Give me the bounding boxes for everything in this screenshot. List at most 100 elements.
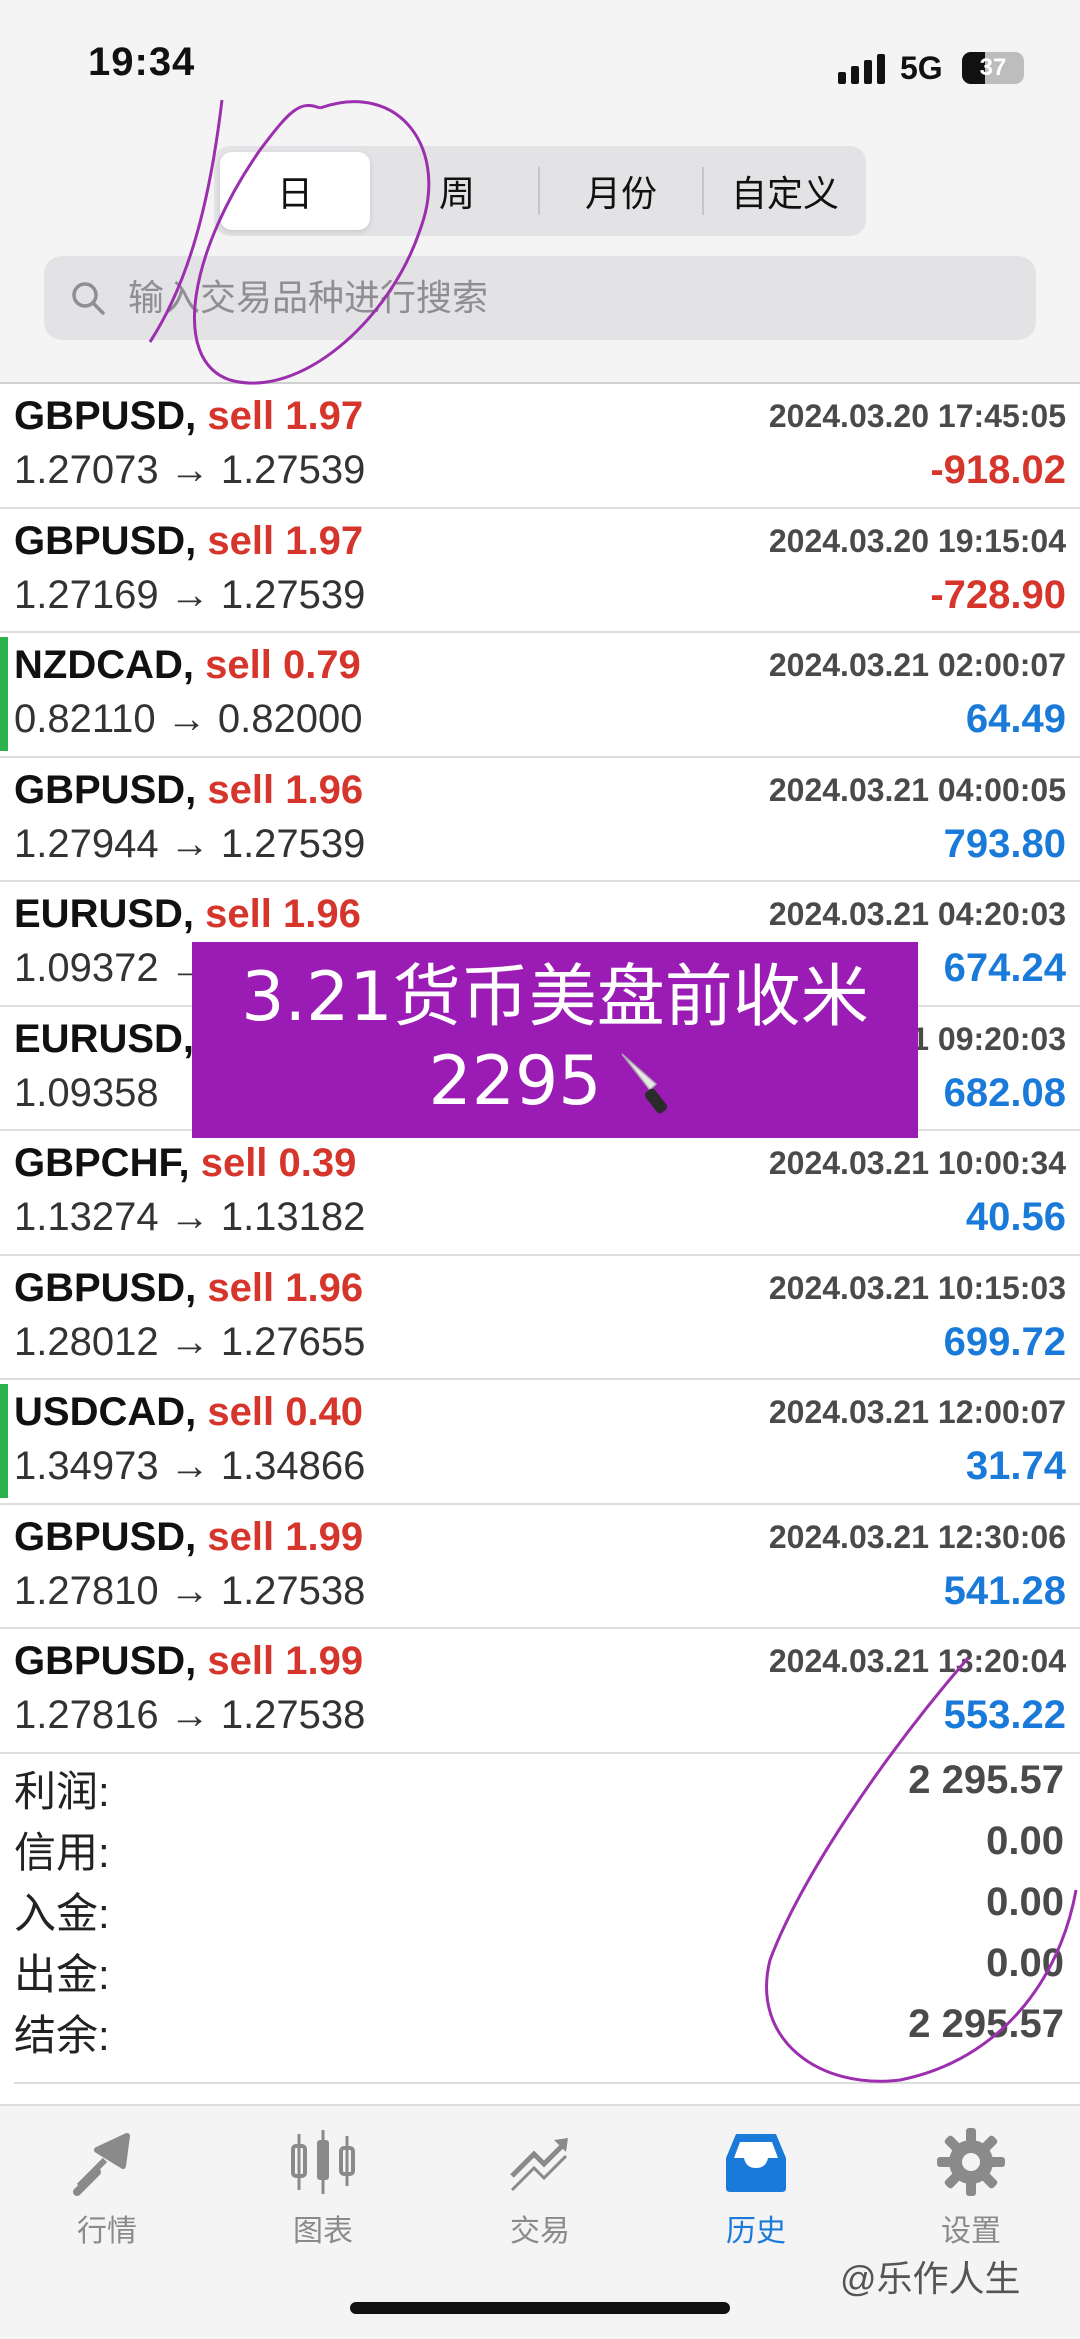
deal-header: GBPUSD, sell 1.97 xyxy=(14,394,363,439)
segment-day[interactable]: 日 xyxy=(220,152,370,230)
deal-row[interactable]: GBPCHF, sell 0.39 1.13274 → 1.13182 2024.0… xyxy=(0,1131,1080,1256)
summary-label: 出金: xyxy=(14,1951,110,1998)
deal-symbol: GBPUSD, xyxy=(14,767,197,812)
deal-row[interactable]: GBPUSD, sell 1.99 1.27816 → 1.27538 2024.0… xyxy=(0,1629,1080,1754)
tab-settings[interactable]: 设置 xyxy=(896,2126,1046,2250)
deal-time: 2024.03.21 12:00:07 xyxy=(768,1394,1066,1430)
tab-chart[interactable]: 图表 xyxy=(248,2126,398,2250)
deal-symbol: EURUSD, xyxy=(14,1016,195,1061)
deal-side-volume: sell 1.96 xyxy=(205,892,361,936)
deal-prices: 1.13274 → 1.13182 xyxy=(14,1195,366,1239)
deal-row[interactable]: GBPUSD, sell 1.97 1.27169 → 1.27539 2024.0… xyxy=(0,509,1080,633)
deal-header: USDCAD, sell 0.40 xyxy=(14,1390,363,1435)
deal-profit: 64.49 xyxy=(965,697,1066,741)
deal-symbol: GBPCHF, xyxy=(14,1141,190,1185)
deal-prices: 1.09372 → xyxy=(14,946,210,990)
deal-symbol: GBPUSD, xyxy=(14,394,197,438)
deal-profit: 553.22 xyxy=(943,1693,1066,1737)
summary-value: 2 295.57 xyxy=(908,1758,1064,1802)
deal-header: GBPUSD, sell 1.99 xyxy=(14,1515,363,1560)
deal-prices: 1.28012 → 1.27655 xyxy=(14,1319,366,1364)
deal-row[interactable]: NZDCAD, sell 0.79 0.82110 → 0.82000 2024.0… xyxy=(0,633,1080,758)
banner-text-line1: 3.21货币美盘前收米 xyxy=(241,958,869,1037)
status-time: 19:34 xyxy=(88,40,196,84)
deal-profit: 682.08 xyxy=(943,1070,1066,1115)
deal-symbol: USDCAD, xyxy=(14,1390,197,1434)
deal-row[interactable]: GBPUSD, sell 1.96 1.28012 → 1.27655 2024.0… xyxy=(0,1256,1080,1380)
watermark: @乐作人生 xyxy=(840,2258,1021,2299)
deal-marker xyxy=(0,1384,8,1498)
knife-icon xyxy=(620,1053,667,1114)
deal-symbol: NZDCAD, xyxy=(14,643,194,687)
deal-symbol: GBPUSD, xyxy=(14,1265,197,1310)
deal-profit: 699.72 xyxy=(943,1319,1066,1364)
deal-prices: 1.27816 → 1.27538 xyxy=(14,1693,366,1737)
search-bar[interactable] xyxy=(44,256,1036,340)
deal-time: 2024.03.21 13:20:04 xyxy=(768,1643,1066,1679)
deal-time: 2024.03.21 10:15:03 xyxy=(768,1269,1066,1306)
deal-header: GBPCHF, sell 0.39 xyxy=(14,1141,356,1186)
banner-text-line2: 2295 xyxy=(428,1040,681,1124)
deal-side-volume: sell 0.39 xyxy=(200,1141,357,1185)
deal-prices: 1.34973 → 1.34866 xyxy=(14,1444,366,1488)
summary-row: 利润: 2 295.57 xyxy=(0,1752,1080,1815)
banner-amount: 2295 xyxy=(428,1042,602,1121)
history-icon xyxy=(726,2134,786,2192)
deal-profit: -918.02 xyxy=(930,448,1066,492)
summary-row: 出金: 0.00 xyxy=(0,1935,1080,1998)
deal-time: 2024.03.21 04:00:05 xyxy=(768,771,1066,808)
deal-row[interactable]: GBPUSD, sell 1.99 1.27810 → 1.27538 2024.0… xyxy=(0,1505,1080,1629)
deal-side-volume: sell 1.99 xyxy=(207,1639,364,1683)
summary-divider xyxy=(14,2082,1080,2084)
deal-profit: 541.28 xyxy=(943,1568,1066,1613)
search-input[interactable] xyxy=(126,276,990,320)
battery-level: 37 xyxy=(979,54,1007,81)
tab-history[interactable]: 历史 xyxy=(681,2126,831,2250)
tab-trade-label: 交易 xyxy=(510,2215,570,2248)
deal-row[interactable]: GBPUSD, sell 1.97 1.27073 → 1.27539 2024.0… xyxy=(0,384,1080,509)
deal-side-volume: sell 1.96 xyxy=(207,1265,364,1310)
deal-prices: 1.27073 → 1.27539 xyxy=(14,448,366,492)
tab-quotes[interactable]: 行情 xyxy=(32,2126,182,2250)
summary-row: 结余: 2 295.57 xyxy=(0,1996,1080,2059)
deal-symbol: GBPUSD, xyxy=(14,1639,197,1683)
deal-prices: 1.27810 → 1.27538 xyxy=(14,1568,366,1613)
summary-value: 0.00 xyxy=(986,1880,1064,1924)
tab-trade[interactable]: 交易 xyxy=(465,2126,615,2250)
trade-icon xyxy=(510,2138,568,2192)
summary-row: 入金: 0.00 xyxy=(0,1874,1080,1937)
deal-header: NZDCAD, sell 0.79 xyxy=(14,643,361,688)
deal-time: 1 09:20:03 xyxy=(911,1020,1066,1057)
segment-month[interactable]: 月份 xyxy=(546,152,696,230)
segment-divider xyxy=(702,167,704,215)
deal-time: 2024.03.21 04:20:03 xyxy=(768,896,1066,932)
quotes-icon xyxy=(73,2133,130,2196)
gear-icon xyxy=(937,2128,1005,2196)
summary-value: 0.00 xyxy=(986,1819,1064,1863)
signal-icon xyxy=(838,52,885,84)
summary-row: 信用: 0.00 xyxy=(0,1813,1080,1876)
chart-icon xyxy=(291,2130,355,2194)
deal-side-volume: sell 1.97 xyxy=(207,518,364,563)
deal-row[interactable]: GBPUSD, sell 1.96 1.27944 → 1.27539 2024.0… xyxy=(0,758,1080,882)
segment-week[interactable]: 周 xyxy=(382,152,532,230)
deal-side-volume: sell 1.96 xyxy=(207,767,364,812)
deal-row[interactable]: USDCAD, sell 0.40 1.34973 → 1.34866 2024.0… xyxy=(0,1380,1080,1505)
period-segmented-control: 日 周 月份 自定义 xyxy=(214,146,866,236)
tab-quotes-label: 行情 xyxy=(77,2215,137,2248)
summary-label: 信用: xyxy=(14,1829,110,1876)
deal-profit: -728.90 xyxy=(930,572,1066,617)
deal-symbol: GBPUSD, xyxy=(14,518,197,563)
summary-value: 0.00 xyxy=(986,1941,1064,1985)
deal-profit: 40.56 xyxy=(965,1195,1066,1239)
deal-time: 2024.03.20 17:45:05 xyxy=(768,398,1066,434)
overlay-banner: 3.21货币美盘前收米 2295 xyxy=(192,942,918,1138)
home-indicator[interactable] xyxy=(350,2302,730,2314)
deal-profit: 793.80 xyxy=(943,821,1066,866)
deal-time: 2024.03.21 12:30:06 xyxy=(768,1518,1066,1555)
deal-side-volume: sell 1.99 xyxy=(207,1514,364,1559)
segment-custom[interactable]: 自定义 xyxy=(710,152,860,230)
deal-header: GBPUSD, sell 1.99 xyxy=(14,1639,363,1684)
summary: 利润: 2 295.57 信用: 0.00 入金: 0.00 出金: 0.00 结余: 2 295… xyxy=(0,1752,1080,2059)
deal-header: GBPUSD, sell 1.96 xyxy=(14,1266,363,1311)
